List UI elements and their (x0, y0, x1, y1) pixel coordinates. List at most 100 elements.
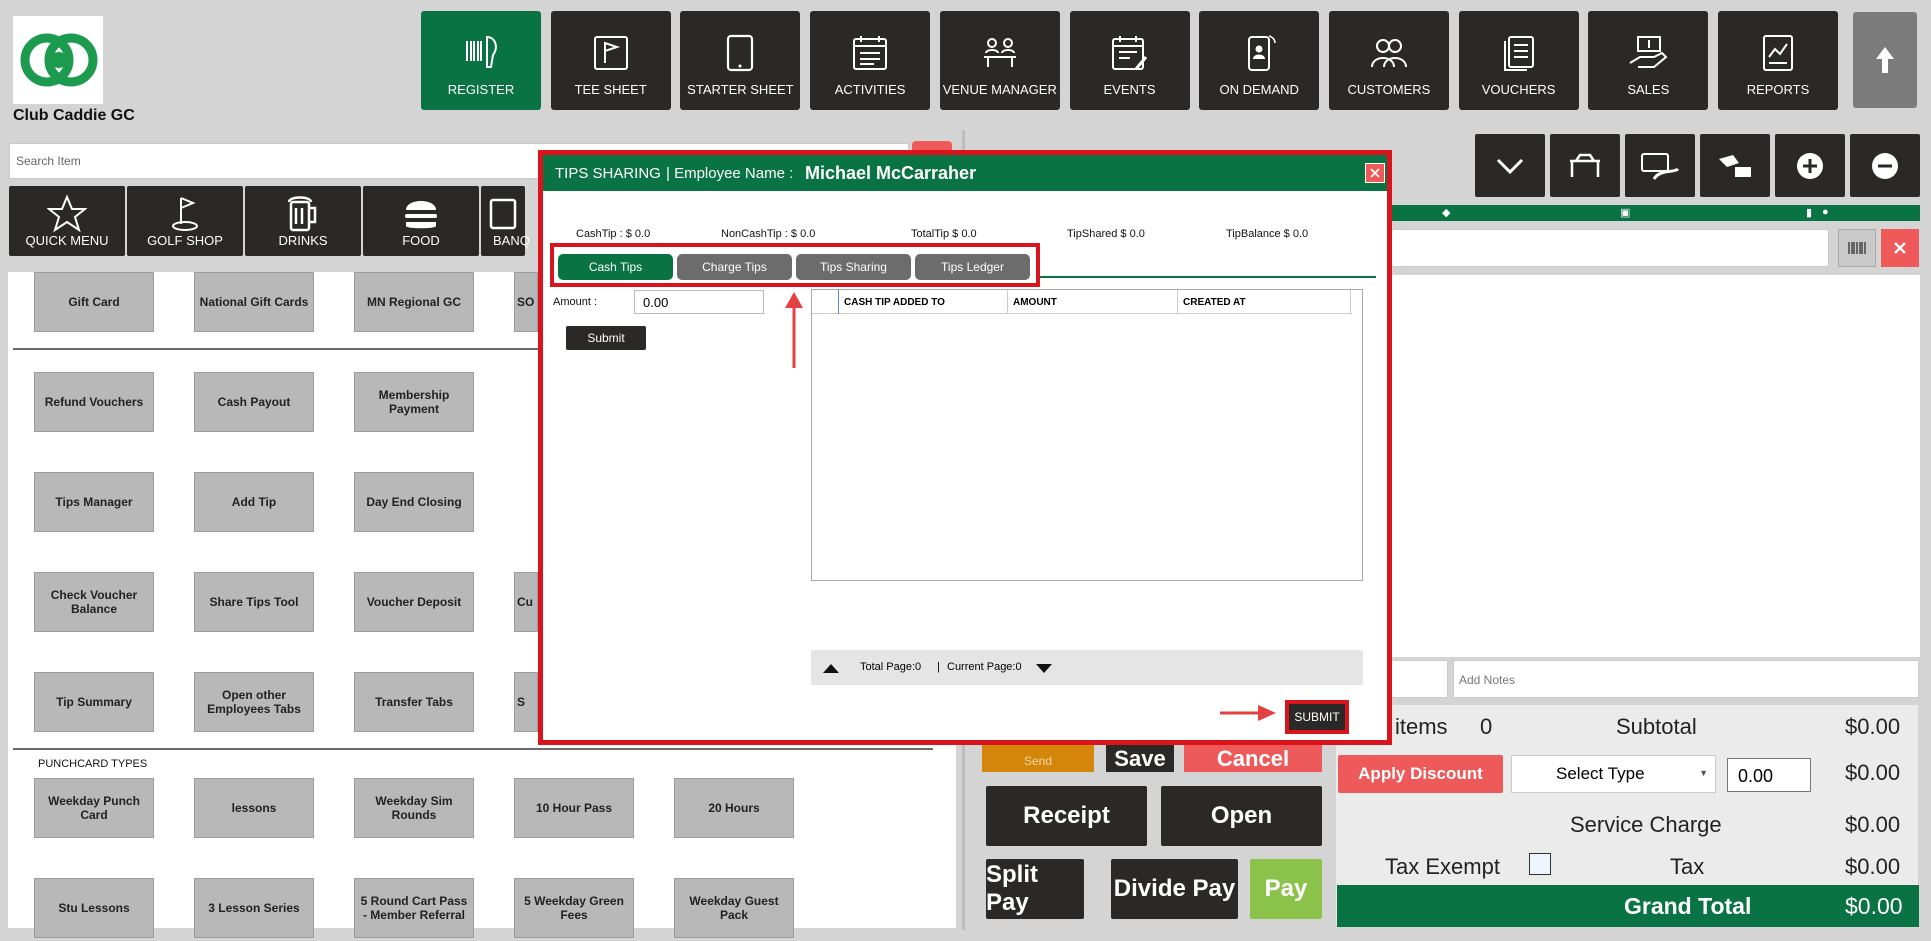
tag-icon: ◆ (1442, 207, 1451, 219)
category-food[interactable]: FOOD (363, 186, 479, 256)
grand-total-value: $0.00 (1845, 893, 1903, 919)
clear-customer-button[interactable] (1881, 229, 1919, 267)
remove-button[interactable] (1850, 134, 1920, 197)
documents-icon (1503, 36, 1534, 71)
nav-register[interactable]: REGISTER (421, 11, 541, 110)
nav-tee-sheet[interactable]: TEE SHEET (550, 11, 671, 110)
nav-events[interactable]: EVENTS (1069, 11, 1190, 110)
banquet-icon (489, 198, 517, 230)
page-down-icon[interactable] (1035, 663, 1053, 674)
discount-type-select[interactable]: Select Type ▼ (1511, 755, 1716, 793)
category-drinks[interactable]: DRINKS (245, 186, 361, 256)
nav-starter-sheet[interactable]: STARTER SHEET (680, 11, 801, 110)
column-header[interactable]: CREATED AT (1183, 297, 1246, 308)
nav-label: REGISTER (447, 82, 515, 97)
item-button[interactable]: Tips Manager (34, 472, 154, 532)
item-button[interactable]: 20 Hours (674, 778, 794, 838)
tax-exempt-checkbox[interactable] (1529, 853, 1551, 875)
nav-on-demand[interactable]: ON DEMAND (1199, 11, 1320, 110)
item-button[interactable]: Gift Card (34, 272, 154, 332)
arrow-right-annotation-icon (1220, 705, 1276, 721)
item-button[interactable]: Weekday Guest Pack (674, 878, 794, 938)
category-quick-menu[interactable]: QUICK MENU (9, 186, 125, 256)
item-button[interactable]: Cu (514, 572, 538, 632)
nav-label: ON DEMAND (1219, 82, 1299, 97)
item-button[interactable]: SO (514, 272, 538, 332)
tab-charge-tips[interactable]: Charge Tips (677, 254, 792, 280)
category-label: QUICK MENU (25, 233, 109, 248)
discount-value-input[interactable]: 0.00 (1727, 758, 1811, 792)
amount-input[interactable]: 0.00 (634, 290, 764, 314)
open-button[interactable]: Open (1161, 786, 1322, 846)
divide-pay-button[interactable]: Divide Pay (1111, 859, 1238, 919)
item-button[interactable]: Membership Payment (354, 372, 474, 432)
item-button[interactable]: S (514, 672, 538, 732)
pay-button[interactable]: Pay (1250, 859, 1322, 919)
column-header[interactable]: CASH TIP ADDED TO (844, 297, 945, 308)
nav-activities[interactable]: ACTIVITIES (810, 11, 931, 110)
item-button[interactable]: Transfer Tabs (354, 672, 474, 732)
item-button[interactable]: Share Tips Tool (194, 572, 314, 632)
nav-reports[interactable]: REPORTS (1718, 11, 1838, 110)
item-button[interactable]: Voucher Deposit (354, 572, 474, 632)
notes-input[interactable]: Add Notes (1453, 660, 1919, 698)
item-button[interactable]: Weekday Sim Rounds (354, 778, 474, 838)
chevron-down-icon (1496, 158, 1524, 174)
amount-submit-button[interactable]: Submit (566, 326, 646, 350)
column-header[interactable]: AMOUNT (1013, 297, 1057, 308)
table-button[interactable] (1550, 134, 1620, 197)
total-pages: Total Page:0 (860, 661, 922, 673)
subtotal-value: $0.00 (1845, 714, 1901, 739)
category-golf-shop[interactable]: GOLF SHOP (127, 186, 243, 256)
tab-tips-sharing[interactable]: Tips Sharing (796, 254, 911, 280)
barcode-button[interactable] (1838, 229, 1876, 267)
item-button[interactable]: Day End Closing (354, 472, 474, 532)
divider (13, 748, 933, 750)
subtotal-label: Subtotal (1616, 714, 1697, 739)
item-button[interactable]: Tip Summary (34, 672, 154, 732)
item-button[interactable]: 10 Hour Pass (514, 778, 634, 838)
nav-label: ACTIVITIES (834, 82, 906, 97)
tip-balance-stat: TipBalance $ 0.0 (1226, 228, 1309, 240)
payment-hand-button[interactable] (1700, 134, 1770, 197)
add-button[interactable] (1775, 134, 1845, 197)
nav-vouchers[interactable]: VOUCHERS (1458, 11, 1579, 110)
close-dialog-button[interactable] (1365, 163, 1385, 183)
item-button[interactable]: Refund Vouchers (34, 372, 154, 432)
collapse-button[interactable] (1475, 134, 1545, 197)
category-label: FOOD (402, 233, 440, 248)
discount-total: $0.00 (1845, 760, 1901, 785)
item-button[interactable]: National Gift Cards (194, 272, 314, 332)
receipt-button[interactable]: Receipt (986, 786, 1147, 846)
card-tap-button[interactable] (1625, 134, 1695, 197)
scroll-up-button[interactable] (1853, 12, 1917, 108)
nav-customers[interactable]: CUSTOMERS (1328, 11, 1449, 110)
nav-label: VOUCHERS (1481, 82, 1556, 97)
split-pay-button[interactable]: Split Pay (986, 859, 1084, 919)
item-button[interactable]: Check Voucher Balance (34, 572, 154, 632)
apply-discount-button[interactable]: Apply Discount (1338, 755, 1503, 793)
star-icon (47, 194, 87, 233)
item-button[interactable]: Cash Payout (194, 372, 314, 432)
tab-tips-ledger[interactable]: Tips Ledger (915, 254, 1030, 280)
item-button[interactable]: MN Regional GC (354, 272, 474, 332)
item-button[interactable]: Weekday Punch Card (34, 778, 154, 838)
submit-button[interactable]: SUBMIT (1289, 704, 1345, 730)
page-up-icon[interactable] (822, 663, 840, 674)
item-button[interactable]: 5 Round Cart Pass - Member Referral (354, 878, 474, 938)
tab-cash-tips[interactable]: Cash Tips (558, 254, 673, 280)
item-button[interactable]: Stu Lessons (34, 878, 154, 938)
pager: Total Page:0 | Current Page:0 (811, 650, 1363, 685)
item-button[interactable]: Open other Employees Tabs (194, 672, 314, 732)
item-button[interactable]: 3 Lesson Series (194, 878, 314, 938)
close-icon (1370, 168, 1380, 178)
item-button[interactable]: lessons (194, 778, 314, 838)
category-banq[interactable]: BANQ (481, 186, 530, 256)
customer-search-input[interactable] (1386, 229, 1829, 267)
item-button[interactable]: Add Tip (194, 472, 314, 532)
nav-sales[interactable]: SALES (1588, 11, 1709, 110)
mobile-user-icon (1248, 35, 1276, 71)
item-button[interactable]: 5 Weekday Green Fees (514, 878, 634, 938)
chevron-down-icon: ▼ (1699, 768, 1708, 778)
nav-venue-manager[interactable]: VENUE MANAGER (939, 11, 1060, 110)
